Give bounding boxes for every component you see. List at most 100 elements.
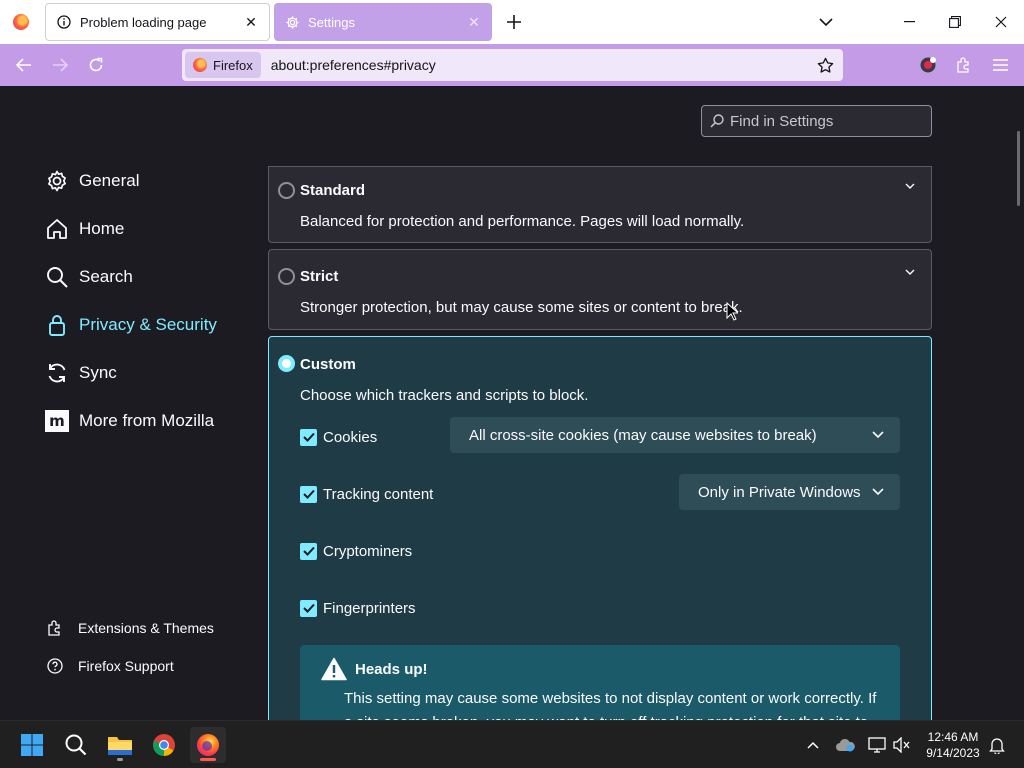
file-explorer-button[interactable] [102,727,138,763]
svg-text:m: m [49,412,65,430]
firefox-taskbar-button[interactable] [190,727,226,763]
chrome-button[interactable] [146,727,182,763]
tracking-content-dropdown[interactable]: Only in Private Windows [679,474,900,510]
clock-time: 12:46 AM [927,730,979,744]
checkbox-checked-icon[interactable] [300,599,317,617]
checkbox-checked-icon[interactable] [300,542,317,560]
help-icon [46,657,64,675]
show-hidden-icons-chevron-up-icon[interactable] [802,733,824,757]
sidebar-item-label: Privacy & Security [79,315,217,334]
checkbox-checked-icon[interactable] [300,485,317,503]
chevron-down-icon [872,431,884,439]
clock-date: 9/14/2023 [926,746,980,760]
file-explorer-icon [108,737,132,755]
strict-protection-option[interactable]: Strict Stronger protection, but may caus… [268,249,932,330]
close-tab-icon[interactable]: ✕ [241,12,261,32]
new-tab-button[interactable] [502,10,526,34]
close-tab-icon[interactable]: ✕ [464,12,484,32]
custom-protection-option[interactable]: Custom Choose which trackers and scripts… [268,336,932,720]
onedrive-icon[interactable] [834,733,856,757]
forward-button[interactable] [47,53,73,77]
volume-muted-icon[interactable] [891,733,913,757]
extensions-themes-label: Extensions & Themes [78,620,214,636]
sidebar-item-more-from-mozilla[interactable]: m More from Mozilla [45,403,214,439]
identity-box[interactable]: Firefox [185,52,261,78]
scroll-thumb[interactable] [1017,131,1020,206]
lock-icon [45,313,69,337]
notifications-bell-icon[interactable] [986,733,1008,757]
network-icon[interactable] [866,733,888,757]
cookies-dropdown[interactable]: All cross-site cookies (may cause websit… [450,417,900,453]
navigation-toolbar: Firefox about:preferences#privacy [0,44,1024,86]
hamburger-menu-icon[interactable] [987,53,1013,77]
standard-protection-option[interactable]: Standard Balanced for protection and per… [268,166,932,243]
chevron-down-icon [872,488,884,496]
minimize-button[interactable] [895,10,923,34]
home-icon [45,217,69,241]
checkbox-checked-icon[interactable] [300,428,317,446]
tab-strip: Problem loading page ✕ Settings ✕ [0,0,1024,44]
sidebar-item-general[interactable]: General [45,163,139,199]
sidebar-item-sync[interactable]: Sync [45,355,117,391]
sidebar-item-privacy-security[interactable]: Privacy & Security [45,307,217,343]
extensions-themes-link[interactable]: Extensions & Themes [46,617,214,639]
tracking-content-checkbox-row[interactable]: Tracking content [300,484,433,504]
puzzle-icon [46,619,64,637]
taskbar-search-button[interactable] [58,727,94,763]
cryptominers-label: Cryptominers [323,542,413,560]
sidebar-item-search[interactable]: Search [45,259,133,295]
custom-radio[interactable] [278,355,295,372]
warning-icon [321,657,347,681]
find-in-settings-input[interactable]: Find in Settings [701,105,932,137]
firefox-support-label: Firefox Support [78,658,174,674]
firefox-view-button[interactable] [0,0,42,44]
running-indicator [117,758,123,761]
cryptominers-checkbox-row[interactable]: Cryptominers [300,541,412,561]
strict-title: Strict [300,268,339,285]
tab-settings[interactable]: Settings ✕ [274,3,492,41]
sidebar-item-label: General [79,171,140,190]
tracking-dropdown-value: Only in Private Windows [698,483,861,501]
standard-radio[interactable] [278,182,295,199]
reload-button[interactable] [83,53,109,77]
url-text[interactable]: about:preferences#privacy [271,57,811,73]
sidebar-item-home[interactable]: Home [45,211,124,247]
bookmark-star-icon[interactable] [811,51,839,79]
page-scrollbar[interactable] [1012,86,1024,720]
chevron-down-icon[interactable] [905,183,915,190]
heads-up-warning: Heads up! This setting may cause some we… [300,645,900,720]
firefox-support-link[interactable]: Firefox Support [46,655,174,677]
url-bar[interactable]: Firefox about:preferences#privacy [182,49,843,81]
chevron-down-icon[interactable] [905,269,915,276]
back-button[interactable] [11,53,37,77]
list-all-tabs-button[interactable] [812,10,840,34]
fingerprinters-checkbox-row[interactable]: Fingerprinters [300,598,416,618]
gear-icon [45,169,69,193]
strict-radio[interactable] [278,268,295,285]
start-button[interactable] [14,727,50,763]
standard-title: Standard [300,182,366,199]
sidebar-item-label: More from Mozilla [79,411,215,430]
running-indicator [200,758,216,761]
tab-title: Problem loading page [80,14,207,30]
close-window-button[interactable] [987,10,1015,34]
sync-icon [45,361,69,385]
firefox-icon [193,58,207,72]
cookies-checkbox-row[interactable]: Cookies [300,427,377,447]
custom-description: Choose which trackers and scripts to blo… [300,387,589,404]
tab-problem-loading[interactable]: Problem loading page ✕ [45,3,270,41]
sidebar-item-label: Search [79,267,133,286]
windows-taskbar: 12:46 AM 9/14/2023 [0,720,1024,768]
chrome-icon [153,734,175,756]
firefox-icon [13,14,29,30]
mozilla-icon: m [45,409,69,433]
account-icon[interactable] [915,53,941,77]
search-icon [65,734,87,756]
extensions-icon[interactable] [951,53,977,77]
tab-title: Settings [308,14,355,30]
restore-button[interactable] [941,10,969,34]
system-clock[interactable]: 12:46 AM 9/14/2023 [918,729,988,761]
search-icon [45,265,69,289]
firefox-icon [197,734,219,756]
settings-page: Find in Settings General Home Search Pri… [0,86,1024,720]
